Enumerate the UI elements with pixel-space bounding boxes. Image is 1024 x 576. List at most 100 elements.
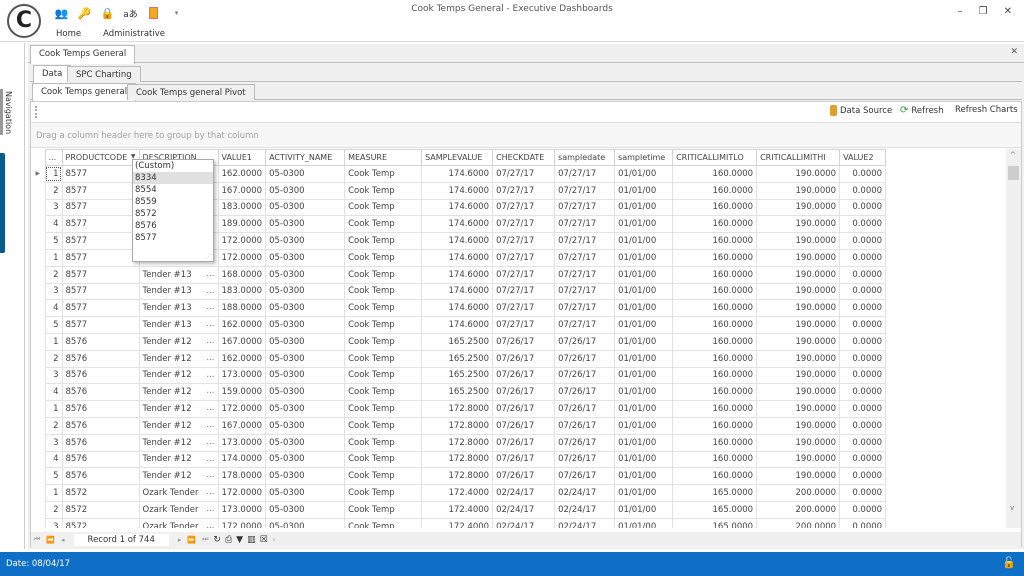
refresh-grid-icon[interactable]: ↻ — [213, 535, 221, 545]
cell-criticallimithi[interactable]: 190.0000 — [756, 450, 841, 469]
cell-edit-ellipsis-button[interactable]: ... — [206, 487, 214, 497]
cell-samplevalue[interactable]: 172.8000 — [421, 467, 494, 486]
cell-value1[interactable]: 162.0000 — [217, 316, 267, 334]
cell-productcode[interactable]: 8577 — [61, 299, 140, 318]
tab-cook-temps-general-pivot[interactable]: Cook Temps general Pivot — [127, 84, 255, 100]
cell-productcode[interactable]: 8572 — [61, 517, 140, 528]
cell-samplevalue[interactable]: 165.2500 — [421, 349, 494, 368]
filter-option[interactable]: 8559 — [133, 196, 213, 208]
cell-checkdate[interactable]: 07/26/17 — [492, 416, 556, 435]
table-row[interactable]: 5 8577 Tender #13... 162.0000 05-0300 Cook Te… — [31, 316, 887, 334]
cell-row-number[interactable]: 5 — [44, 467, 63, 486]
cell-row-number[interactable]: 2 — [44, 349, 63, 368]
cell-criticallimithi[interactable]: 190.0000 — [756, 400, 841, 418]
cell-samplevalue[interactable]: 172.4000 — [421, 484, 494, 502]
cell-criticallimithi[interactable]: 190.0000 — [756, 181, 841, 200]
cell-criticallimitlo[interactable]: 165.0000 — [672, 484, 758, 502]
cell-description[interactable]: Tender #13... — [138, 299, 219, 318]
prev-record-icon[interactable]: ◂ — [61, 536, 65, 544]
cell-sampledate[interactable]: 07/26/17 — [554, 467, 616, 486]
cell-criticallimithi[interactable]: 190.0000 — [756, 265, 841, 284]
cell-value1[interactable]: 167.0000 — [217, 181, 267, 200]
cell-value2[interactable]: 0.0000 — [839, 265, 887, 284]
table-row[interactable]: 1 8576 Tender #12... 172.0000 05-0300 Cook Te… — [31, 400, 887, 418]
tab-cook-temps-general[interactable]: Cook Temps general — [32, 83, 137, 102]
cell-edit-ellipsis-button[interactable]: ... — [206, 302, 214, 312]
cell-edit-ellipsis-button[interactable]: ... — [206, 353, 214, 363]
cell-samplevalue[interactable]: 172.8000 — [421, 450, 494, 469]
cell-criticallimithi[interactable]: 190.0000 — [756, 165, 841, 183]
cell-sampletime[interactable]: 01/01/00 — [614, 282, 674, 301]
cell-criticallimitlo[interactable]: 160.0000 — [672, 248, 758, 267]
cell-criticallimitlo[interactable]: 160.0000 — [672, 232, 758, 250]
data-source-button[interactable]: Data Source — [830, 105, 892, 116]
cell-value1[interactable]: 172.0000 — [217, 248, 267, 267]
cell-sampletime[interactable]: 01/01/00 — [614, 416, 674, 435]
cell-sampletime[interactable]: 01/01/00 — [614, 349, 674, 368]
cell-measure[interactable]: Cook Temp — [344, 215, 423, 234]
cell-checkdate[interactable]: 02/24/17 — [492, 517, 556, 528]
cell-measure[interactable]: Cook Temp — [344, 450, 423, 469]
cell-productcode[interactable]: 8577 — [61, 316, 140, 334]
cell-value1[interactable]: 167.0000 — [217, 332, 267, 351]
cell-activity-name[interactable]: 05-0300 — [265, 500, 346, 519]
clear-filter-icon[interactable]: ☒ — [260, 535, 268, 545]
column-header-activity-name[interactable]: ACTIVITY_NAME — [265, 149, 346, 166]
cell-criticallimitlo[interactable]: 160.0000 — [672, 366, 758, 385]
cell-value1[interactable]: 168.0000 — [217, 265, 267, 284]
cell-sampletime[interactable]: 01/01/00 — [614, 248, 674, 267]
cell-value1[interactable]: 174.0000 — [217, 450, 267, 469]
cell-productcode[interactable]: 8577 — [61, 265, 140, 284]
cell-samplevalue[interactable]: 172.8000 — [421, 416, 494, 435]
cell-value2[interactable]: 0.0000 — [839, 484, 887, 502]
cell-sampledate[interactable]: 07/27/17 — [554, 282, 616, 301]
table-row[interactable]: 5 8576 Tender #12... 178.0000 05-0300 Cook Te… — [31, 467, 887, 486]
cell-sampledate[interactable]: 07/26/17 — [554, 433, 616, 452]
filter-option[interactable]: 8554 — [133, 184, 213, 196]
cell-description[interactable]: Tender #13... — [138, 265, 219, 284]
cell-row-number[interactable]: 2 — [44, 265, 63, 284]
cell-criticallimitlo[interactable]: 160.0000 — [672, 467, 758, 486]
cell-value2[interactable]: 0.0000 — [839, 400, 887, 418]
column-header-value2[interactable]: VALUE2 — [839, 149, 887, 166]
cell-edit-ellipsis-button[interactable]: ... — [206, 437, 214, 447]
cell-samplevalue[interactable]: 174.6000 — [421, 232, 494, 250]
cell-sampledate[interactable]: 07/26/17 — [554, 332, 616, 351]
cell-productcode[interactable]: 8576 — [61, 366, 140, 385]
cell-row-number[interactable]: 1 — [44, 248, 63, 267]
cell-edit-ellipsis-button[interactable]: ... — [206, 336, 214, 346]
cell-row-number[interactable]: 2 — [44, 181, 63, 200]
cell-measure[interactable]: Cook Temp — [344, 517, 423, 528]
cell-sampletime[interactable]: 01/01/00 — [614, 165, 674, 183]
cell-row-number[interactable]: 3 — [44, 282, 63, 301]
cell-row-number[interactable]: 3 — [44, 198, 63, 217]
next-record-icon[interactable]: ▸ — [178, 536, 182, 544]
cell-checkdate[interactable]: 07/27/17 — [492, 265, 556, 284]
cell-description[interactable]: Tender #13... — [138, 316, 219, 334]
cell-measure[interactable]: Cook Temp — [344, 282, 423, 301]
cell-productcode[interactable]: 8576 — [61, 416, 140, 435]
cell-edit-ellipsis-button[interactable]: ... — [206, 286, 214, 296]
cell-criticallimitlo[interactable]: 160.0000 — [672, 265, 758, 284]
cell-activity-name[interactable]: 05-0300 — [265, 400, 346, 418]
cell-edit-ellipsis-button[interactable]: ... — [206, 470, 214, 480]
tab-data[interactable]: Data — [33, 65, 72, 84]
cell-samplevalue[interactable]: 165.2500 — [421, 332, 494, 351]
cell-activity-name[interactable]: 05-0300 — [265, 198, 346, 217]
cell-criticallimithi[interactable]: 200.0000 — [756, 484, 841, 502]
cell-description[interactable]: Ozark Tender... — [138, 517, 219, 528]
cell-value1[interactable]: 173.0000 — [217, 433, 267, 452]
cell-criticallimitlo[interactable]: 165.0000 — [672, 500, 758, 519]
cell-criticallimitlo[interactable]: 160.0000 — [672, 299, 758, 318]
cell-measure[interactable]: Cook Temp — [344, 332, 423, 351]
cell-criticallimithi[interactable]: 190.0000 — [756, 232, 841, 250]
cell-activity-name[interactable]: 05-0300 — [265, 232, 346, 250]
cell-sampledate[interactable]: 07/26/17 — [554, 349, 616, 368]
cell-value1[interactable]: 159.0000 — [217, 383, 267, 402]
cell-edit-ellipsis-button[interactable]: ... — [206, 403, 214, 413]
cell-measure[interactable]: Cook Temp — [344, 416, 423, 435]
cell-value1[interactable]: 188.0000 — [217, 299, 267, 318]
cell-sampledate[interactable]: 07/26/17 — [554, 400, 616, 418]
table-row[interactable]: 3 8577 Tender #13... 183.0000 05-0300 Cook Te… — [31, 282, 887, 301]
cell-row-number[interactable]: 1 — [44, 332, 63, 351]
